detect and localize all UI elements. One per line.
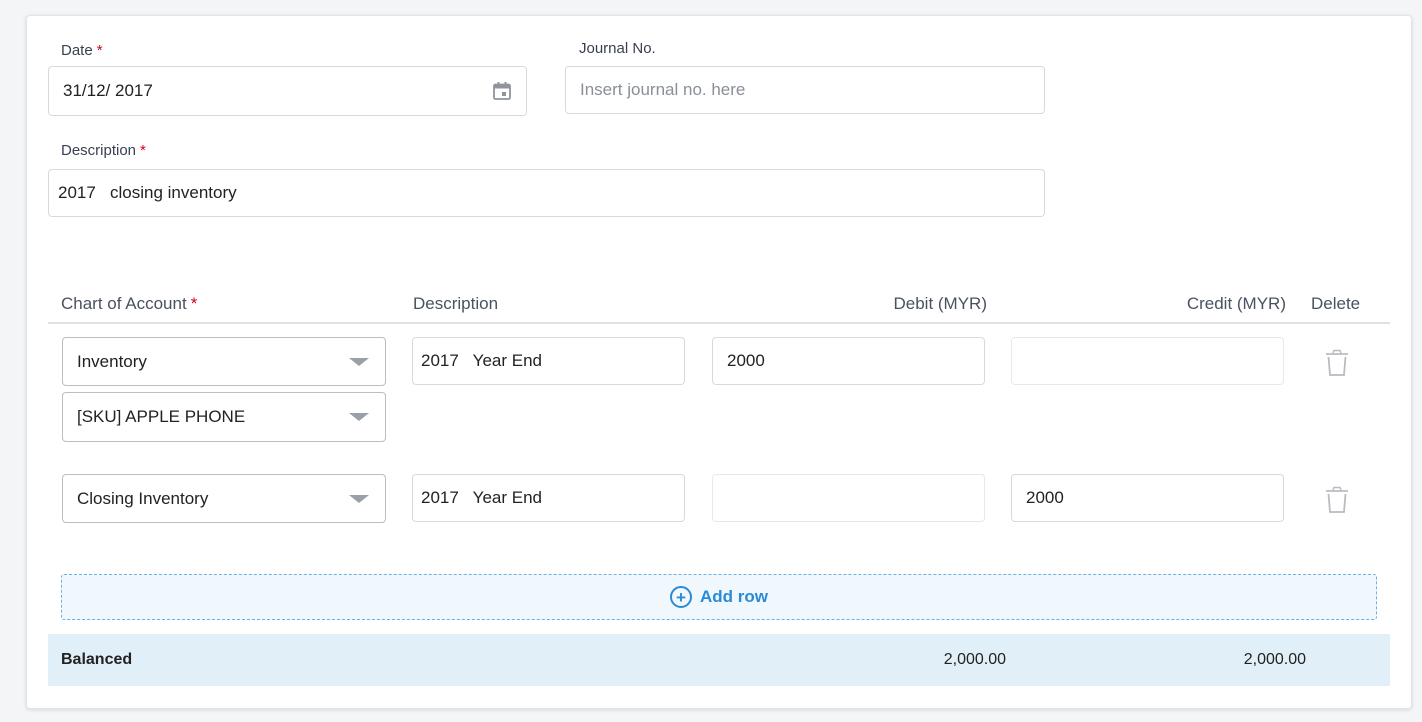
account-select[interactable]: Inventory — [62, 337, 386, 386]
row-description-value: 2017 Year End — [421, 351, 543, 370]
sub-account-select[interactable]: [SKU] APPLE PHONE — [62, 392, 386, 442]
header-account-text: Chart of Account — [61, 294, 187, 313]
account-select-value: Inventory — [77, 351, 147, 371]
header-credit: Credit (MYR) — [1186, 294, 1286, 313]
debit-field[interactable] — [712, 474, 985, 522]
row-description-value: 2017 Year End — [421, 488, 543, 507]
description-value: 2017 closing inventory — [58, 183, 237, 202]
credit-value: 2000 — [1026, 488, 1064, 507]
trash-icon[interactable] — [1324, 486, 1350, 514]
trash-icon[interactable] — [1324, 349, 1350, 377]
required-mark: * — [190, 294, 198, 313]
account-select[interactable]: Closing Inventory — [62, 474, 386, 523]
header-description: Description — [413, 294, 499, 313]
debit-value: 2000 — [727, 351, 765, 370]
journal-no-placeholder: Insert journal no. here — [580, 80, 746, 99]
credit-field[interactable]: 2000 — [1011, 474, 1284, 522]
journal-no-field[interactable]: Insert journal no. here — [565, 66, 1045, 114]
sub-account-select-value: [SKU] APPLE PHONE — [77, 407, 246, 426]
header-debit: Debit (MYR) — [893, 294, 987, 313]
header-divider — [48, 322, 1390, 324]
date-label: Date * — [61, 42, 103, 59]
add-row-label: Add row — [700, 587, 768, 606]
balance-status: Balanced — [61, 651, 133, 668]
row-description-field[interactable]: 2017 Year End — [412, 337, 685, 385]
date-label-text: Date — [61, 42, 93, 59]
debit-field[interactable]: 2000 — [712, 337, 985, 385]
balance-summary: Balanced 2,000.00 2,000.00 — [48, 634, 1390, 686]
chevron-down-icon — [349, 494, 369, 503]
chevron-down-icon — [349, 413, 369, 421]
credit-field[interactable] — [1011, 337, 1284, 385]
credit-total: 2,000.00 — [1243, 651, 1306, 668]
header-chart-of-account: Chart of Account * — [61, 294, 197, 314]
date-field[interactable]: 31/12/ 2017 — [48, 66, 527, 116]
debit-total: 2,000.00 — [943, 651, 1006, 668]
date-value: 31/12/ 2017 — [63, 81, 153, 100]
required-mark: * — [96, 42, 103, 59]
plus-circle-icon: + — [670, 586, 692, 608]
description-label: Description * — [61, 142, 146, 159]
journal-no-label: Journal No. — [579, 40, 656, 57]
description-label-text: Description — [61, 142, 137, 159]
required-mark: * — [140, 142, 146, 159]
header-delete: Delete — [1311, 294, 1361, 313]
row-description-field[interactable]: 2017 Year End — [412, 474, 685, 522]
chevron-down-icon — [349, 357, 369, 366]
add-row-button[interactable]: + Add row — [61, 574, 1377, 620]
description-field[interactable]: 2017 closing inventory — [48, 169, 1045, 217]
account-select-value: Closing Inventory — [77, 488, 209, 508]
calendar-icon[interactable] — [492, 81, 512, 101]
journal-entry-form: Date * 31/12/ 2017 Journal No. Insert jou… — [26, 15, 1412, 709]
